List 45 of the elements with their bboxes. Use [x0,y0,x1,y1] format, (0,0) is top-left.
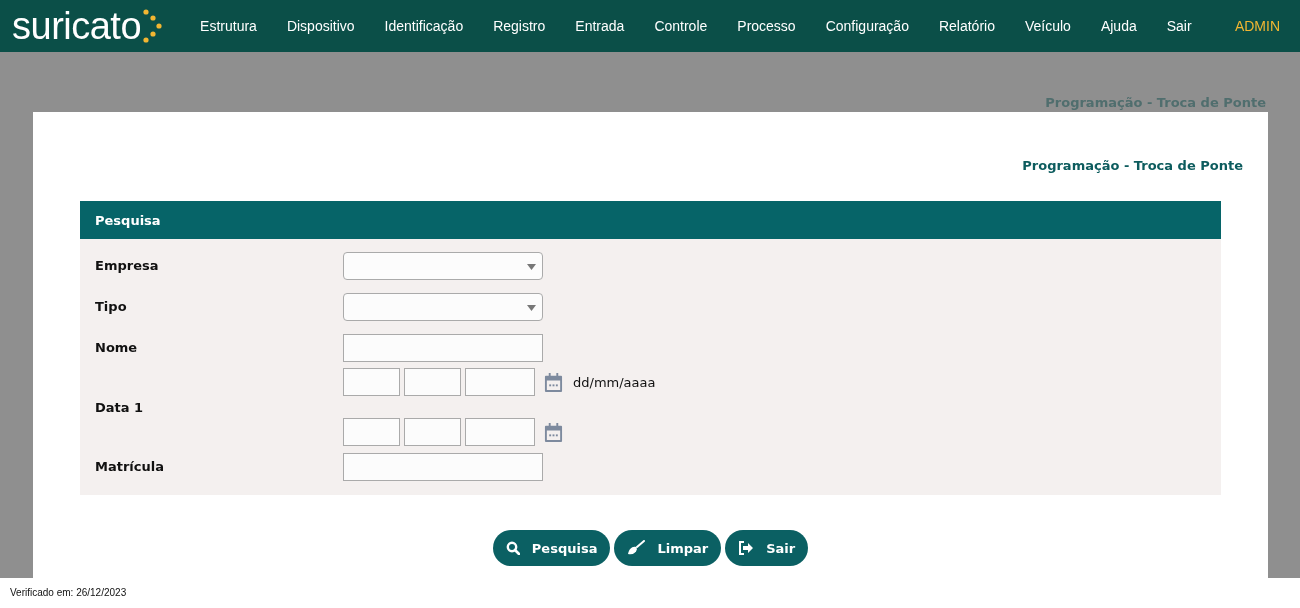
caret-icon [527,304,536,311]
nav-menu-item[interactable]: Controle [654,18,708,34]
nav-menu-item[interactable]: Estrutura [200,18,257,34]
page-title: Programação - Troca de Ponte [1045,95,1266,110]
dropdown-field[interactable] [343,292,543,321]
date-format-hint: dd/mm/aaaa [573,374,656,390]
footer-text: Verificado em: 26/12/2023 [9,586,128,598]
action-button[interactable]: Limpar [614,530,722,566]
dots-logo-icon [141,8,164,44]
day-field[interactable] [343,418,400,446]
calendar-icon[interactable] [544,421,563,443]
field-label: Data 1 [94,399,145,415]
nav-menu-item[interactable]: Processo [737,18,796,34]
nav-menu-item[interactable]: Dispositivo [286,18,355,34]
nav-menu-item[interactable]: Veículo [1024,18,1071,34]
day-field[interactable] [343,368,400,396]
field-label: Tipo [94,299,128,314]
logo-text: suricato [12,7,142,45]
nav-menu-item[interactable]: Relatório [938,18,995,34]
section-header: Pesquisa [80,201,1221,239]
search-icon [505,541,520,555]
user-name[interactable]: ADMIN [1234,18,1280,34]
dropdown-field[interactable] [343,251,543,280]
action-button[interactable]: Sair [725,530,809,566]
dialog-title: Programação - Troca de Ponte [1021,157,1243,175]
input-field[interactable] [343,452,543,481]
nav-menu-item[interactable]: Identificação [384,18,464,34]
nav-menu-item[interactable]: Configuração [825,18,909,34]
nav-menu-item[interactable]: Registro [493,18,546,34]
year-field[interactable] [465,368,535,396]
calendar-icon[interactable] [544,371,563,393]
month-field[interactable] [404,418,461,446]
exit-icon [738,541,755,555]
month-field[interactable] [404,368,461,396]
caret-icon [527,263,536,270]
field-label: Matrícula [94,459,165,474]
nav-menu-item[interactable]: Ajuda [1100,18,1137,34]
nav-menu-item[interactable]: Sair [1166,18,1192,34]
action-button[interactable]: Pesquisa [492,530,611,566]
year-field[interactable] [465,418,535,446]
field-label: Empresa [94,258,160,273]
nav-menu-item[interactable]: Entrada [575,18,625,34]
input-field[interactable] [343,333,543,362]
field-label: Nome [94,340,139,355]
broom-icon [627,540,646,556]
